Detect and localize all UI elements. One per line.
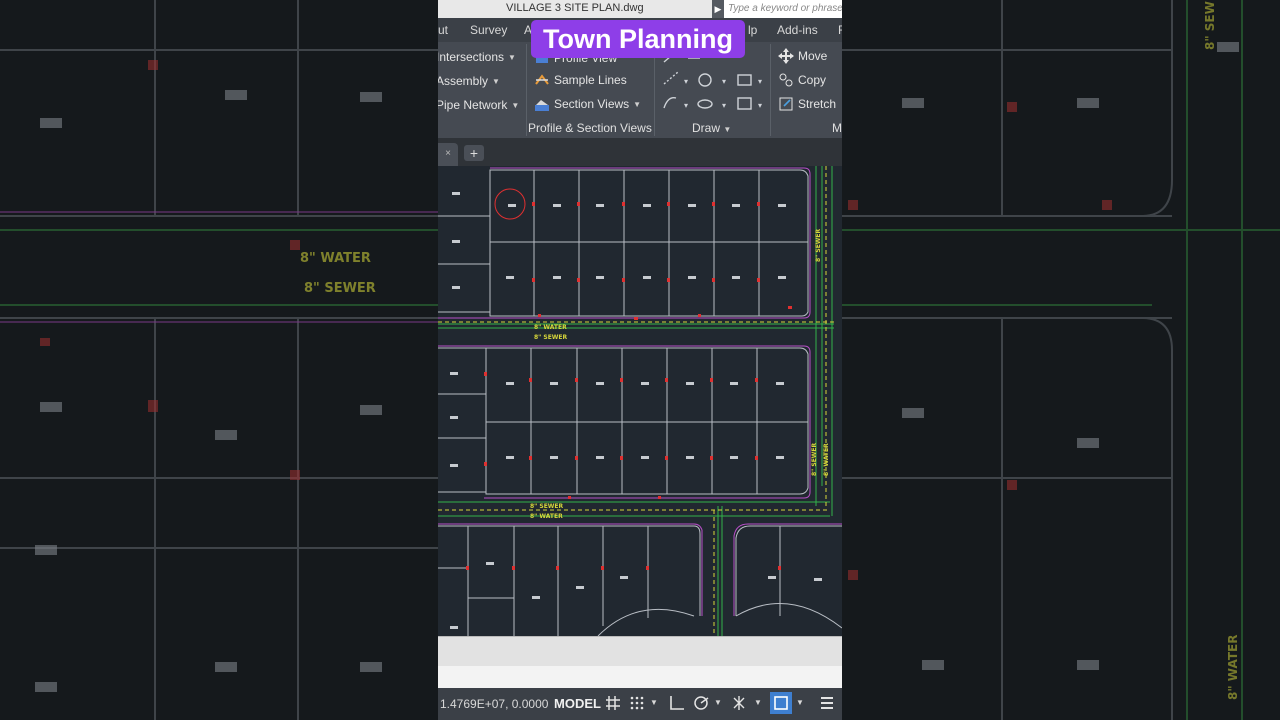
grid-icon[interactable] <box>604 694 622 712</box>
pipe-network-label: Pipe Network <box>438 98 508 112</box>
stretch-icon <box>779 97 793 111</box>
circle-tool-icon <box>698 73 712 87</box>
assembly-button[interactable]: Assembly ▼ <box>438 74 500 88</box>
tab-survey[interactable]: Survey <box>470 23 507 37</box>
left-background-drawing: 8" WATER 8" SEWER <box>0 0 438 720</box>
spline-tool-icon <box>663 97 677 109</box>
stretch-label: Stretch <box>798 97 837 111</box>
ellipse-tool-icon <box>697 99 713 109</box>
chevron-down-icon: ▼ <box>633 99 642 109</box>
copy-button[interactable]: Copy <box>778 72 826 88</box>
move-icon <box>778 48 794 64</box>
move-button[interactable]: Move <box>778 48 827 64</box>
move-label: Move <box>798 49 828 63</box>
tab-help[interactable]: lp <box>748 23 757 37</box>
menu-icon[interactable] <box>818 694 836 712</box>
intersections-label: Intersections <box>438 50 505 64</box>
drawing-tab-close-icon[interactable]: × <box>438 143 458 166</box>
ribbon-separator <box>770 44 771 136</box>
chevron-down-icon: ▼ <box>508 52 516 62</box>
stretch-button[interactable]: Stretch <box>778 96 836 112</box>
copy-label: Copy <box>798 73 827 87</box>
profile-section-views-panel-label[interactable]: Profile & Section Views <box>528 121 652 135</box>
section-views-icon <box>535 100 549 111</box>
sample-lines-label: Sample Lines <box>554 73 627 87</box>
title-bar: VILLAGE 3 SITE PLAN.dwg ▶ Type a keyword… <box>438 0 842 18</box>
modify-panel-label[interactable]: M <box>832 121 842 135</box>
snap-icon[interactable] <box>628 694 646 712</box>
polar-tracking-icon[interactable] <box>692 694 710 712</box>
model-space-button[interactable]: MODEL <box>554 696 601 711</box>
ortho-icon[interactable] <box>668 694 686 712</box>
svg-text:▾: ▾ <box>722 77 726 86</box>
chevron-down-icon[interactable]: ▼ <box>754 698 762 707</box>
pipe-network-button[interactable]: Pipe Network ▼ <box>438 98 519 112</box>
tab-add-ins[interactable]: Add-ins <box>777 23 818 37</box>
svg-text:▾: ▾ <box>758 101 762 110</box>
chevron-down-icon[interactable]: ▼ <box>796 698 804 707</box>
coordinates-readout: 1.4769E+07, 0.0000 <box>440 697 549 711</box>
bg-right-water-label: 8" WATER <box>1226 635 1240 700</box>
ribbon-separator <box>526 44 527 136</box>
svg-text:▾: ▾ <box>758 77 762 86</box>
road-lines <box>438 166 834 636</box>
copy-icon <box>779 73 793 87</box>
chevron-down-icon: ▼ <box>492 76 500 86</box>
isodraft-icon[interactable] <box>730 694 748 712</box>
sample-lines-icon <box>535 74 549 85</box>
document-tabs: × + <box>438 138 842 166</box>
autocad-window: VILLAGE 3 SITE PLAN.dwg ▶ Type a keyword… <box>438 0 842 720</box>
left-blurred-background: 8" WATER 8" SEWER <box>0 0 438 720</box>
right-background-drawing: 8" SEWER 8" WATER <box>842 0 1280 720</box>
sewer-label-vertical: 8" SEWER <box>815 228 822 262</box>
bg-sewer-label: 8" SEWER <box>304 281 376 296</box>
sample-lines-button[interactable]: Sample Lines <box>534 72 627 88</box>
site-plan-drawing: 8" WATER 8" SEWER 8" SEWER 8" WATER 8" S… <box>438 166 842 637</box>
command-history <box>438 666 842 688</box>
section-views-button[interactable]: Section Views ▼ <box>534 96 641 112</box>
new-tab-button[interactable]: + <box>464 145 484 161</box>
draw-panel-label[interactable]: Draw ▼ <box>692 121 731 135</box>
chevron-down-icon[interactable]: ▼ <box>714 698 722 707</box>
tab-layout[interactable]: ut <box>438 23 448 37</box>
command-line[interactable] <box>438 636 842 667</box>
right-of-way-lines <box>438 167 842 616</box>
lot-corner-markers <box>466 202 792 570</box>
bg-water-label: 8" WATER <box>300 251 371 266</box>
draw-label: Draw <box>692 121 721 135</box>
water-label-top: 8" WATER <box>534 324 567 331</box>
svg-text:▾: ▾ <box>684 77 688 86</box>
rectangle-tool-icon <box>737 74 752 86</box>
object-snap-icon[interactable] <box>770 692 792 714</box>
svg-text:▾: ▾ <box>684 101 688 110</box>
tab-more[interactable]: F <box>838 23 842 37</box>
section-views-label: Section Views <box>554 97 630 111</box>
lot-number-marks <box>450 192 822 629</box>
status-bar: 1.4769E+07, 0.0000 MODEL ▼ ▼ ▼ ▼ <box>438 688 842 720</box>
svg-text:▾: ▾ <box>722 101 726 110</box>
bg-right-sewer-label: 8" SEWER <box>1203 0 1217 50</box>
drawing-canvas[interactable]: 8" WATER 8" SEWER 8" SEWER 8" WATER 8" S… <box>438 166 842 637</box>
xline-tool-icon <box>663 71 679 85</box>
right-blurred-background: 8" SEWER 8" WATER <box>842 0 1280 720</box>
town-planning-overlay-label: Town Planning <box>531 20 745 58</box>
sewer-label-top: 8" SEWER <box>534 334 568 341</box>
chevron-down-icon: ▼ <box>511 100 520 110</box>
pipe-lines <box>438 166 834 636</box>
chevron-down-icon[interactable]: ▼ <box>650 698 658 707</box>
lot-lines <box>438 169 842 637</box>
assembly-label: Assembly <box>438 74 489 88</box>
file-title: VILLAGE 3 SITE PLAN.dwg <box>506 2 644 14</box>
search-input[interactable]: Type a keyword or phrase <box>724 0 842 18</box>
expand-arrow-icon[interactable]: ▶ <box>712 0 724 18</box>
hatch-tool-icon <box>737 97 752 110</box>
sewer-label-vertical-2: 8" SEWER <box>811 442 818 476</box>
intersections-button[interactable]: Intersections ▼ <box>438 50 516 64</box>
chevron-down-icon: ▼ <box>723 125 732 134</box>
water-label-mid: 8" WATER <box>530 513 563 520</box>
sewer-label-mid: 8" SEWER <box>530 503 564 510</box>
